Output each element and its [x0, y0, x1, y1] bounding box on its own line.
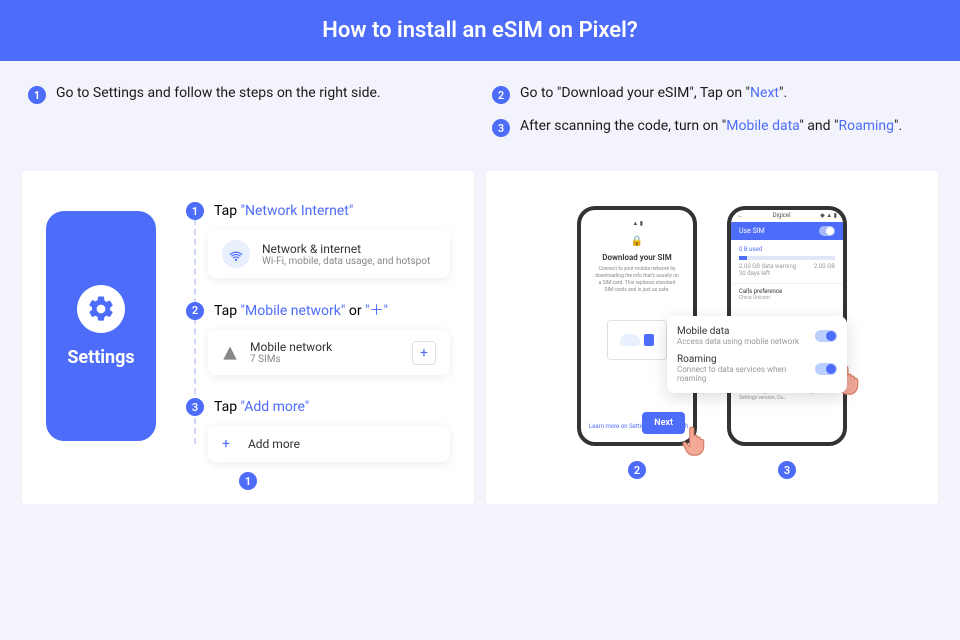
toggle-icon[interactable] — [815, 363, 837, 375]
overlay-roaming[interactable]: Roaming Connect to data services when ro… — [677, 354, 837, 383]
toggle-icon[interactable] — [815, 330, 837, 342]
panel-step-badge-2: 2 — [628, 461, 646, 479]
step-network-internet: 1 Tap "Network Internet" Network & inter… — [186, 201, 450, 278]
back-icon[interactable]: ← — [737, 212, 743, 220]
toggle-icon[interactable] — [819, 226, 835, 236]
plus-icon[interactable]: + — [412, 341, 436, 365]
carrier-label: Digicel — [773, 212, 791, 220]
intro-step-3: 3 After scanning the code, turn on "Mobi… — [492, 118, 932, 137]
overlay-mobile-data[interactable]: Mobile data Access data using mobile net… — [677, 326, 837, 346]
card-add-more[interactable]: + Add more — [208, 426, 450, 462]
panel-step-badge-1: 1 — [239, 472, 257, 490]
panels: Settings 1 Tap "Network Internet" Networ… — [0, 171, 960, 504]
intro-section: 1 Go to Settings and follow the steps on… — [0, 61, 960, 171]
use-sim-row[interactable]: Use SIM — [731, 222, 843, 240]
card-subtitle: 7 SIMs — [250, 354, 332, 365]
wifi-icon — [222, 240, 250, 268]
data-usage: 0 B used 2.00 GB data warning2.00 GB 30 … — [731, 240, 843, 283]
num-badge: 2 — [186, 302, 204, 320]
status-icons: ◆ ▲ ▮ — [820, 212, 837, 220]
page-title: How to install an eSIM on Pixel? — [0, 0, 960, 61]
num-badge: 2 — [492, 86, 510, 104]
intro-text: After scanning the code, turn on "Mobile… — [520, 118, 902, 134]
card-mobile-network[interactable]: Mobile network 7 SIMs + — [208, 330, 450, 375]
card-title: Network & internet — [262, 242, 430, 256]
intro-step-2: 2 Go to "Download your eSIM", Tap on "Ne… — [492, 85, 932, 104]
next-button[interactable]: Next — [642, 412, 685, 434]
overlay-mobile-roaming: Mobile data Access data using mobile net… — [667, 316, 847, 393]
sim-icon — [644, 334, 654, 346]
card-network-internet[interactable]: Network & internet Wi-Fi, mobile, data u… — [208, 230, 450, 278]
num-badge: 1 — [28, 86, 46, 104]
plus-icon: + — [222, 436, 230, 452]
calls-pref-row[interactable]: Calls preferenceChina Unicom — [731, 283, 843, 305]
status-icons: ▲ ▮ — [632, 220, 643, 228]
download-title: Download your SIM — [602, 253, 671, 262]
steps-list: 1 Tap "Network Internet" Network & inter… — [186, 201, 450, 484]
panel-settings-steps: Settings 1 Tap "Network Internet" Networ… — [22, 171, 474, 504]
panel-step-badge-3: 3 — [778, 461, 796, 479]
intro-text: Go to "Download your eSIM", Tap on "Next… — [520, 85, 787, 101]
intro-step-1: 1 Go to Settings and follow the steps on… — [28, 85, 468, 104]
gear-icon — [77, 285, 125, 333]
card-title: Mobile network — [250, 340, 332, 354]
step-add-more: 3 Tap "Add more" + Add more — [186, 397, 450, 462]
phone-mock-settings: Settings — [46, 211, 156, 441]
card-title: Add more — [248, 437, 300, 451]
intro-text: Go to Settings and follow the steps on t… — [56, 85, 381, 101]
num-badge: 3 — [492, 119, 510, 137]
step-mobile-network: 2 Tap "Mobile network" or "＋" Mobile net… — [186, 300, 450, 375]
panel-download-roaming: ▲ ▮ 🔒 Download your SIM Connect to your … — [486, 171, 938, 504]
card-subtitle: Wi-Fi, mobile, data usage, and hotspot — [262, 256, 430, 267]
num-badge: 1 — [186, 202, 204, 220]
cloud-sim-illustration — [607, 320, 667, 360]
download-desc: Connect to your mobile network by downlo… — [589, 266, 685, 294]
hand-cursor-icon — [681, 425, 707, 455]
signal-icon — [222, 345, 238, 361]
cloud-icon — [620, 334, 640, 346]
phone-label: Settings — [67, 347, 134, 368]
lock-icon: 🔒 — [631, 236, 643, 247]
num-badge: 3 — [186, 398, 204, 416]
